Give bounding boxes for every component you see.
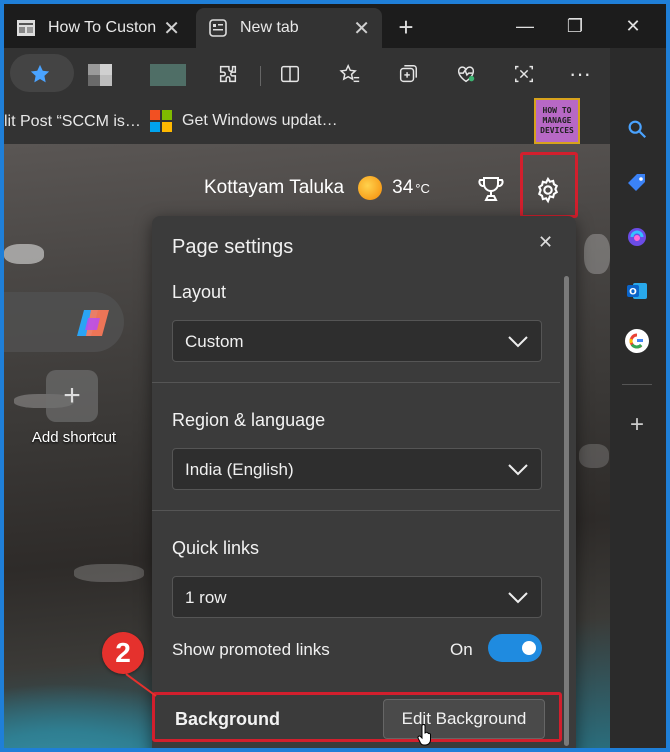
favorites-bar: lit Post “SCCM is… Get Windows updat… xyxy=(4,100,614,144)
weather-widget[interactable]: Kottayam Taluka 34 °C xyxy=(204,176,430,200)
tab-new-tab[interactable]: New tab ✕ xyxy=(196,8,382,48)
quick-links-dropdown[interactable]: 1 row xyxy=(172,576,542,618)
site-favicon-icon xyxy=(16,18,36,38)
favorite-star-icon[interactable] xyxy=(26,60,54,88)
promoted-links-toggle[interactable] xyxy=(488,634,542,662)
quick-links-label: Quick links xyxy=(172,538,260,558)
new-tab-button[interactable]: + xyxy=(390,12,422,44)
more-options-icon[interactable]: ··· xyxy=(566,60,594,88)
rewards-trophy-icon[interactable] xyxy=(476,174,506,204)
tab-title: How To Custon xyxy=(48,19,157,36)
copilot-shortcut[interactable] xyxy=(4,292,124,352)
favorites-icon[interactable] xyxy=(336,60,364,88)
panel-title: Page settings xyxy=(172,236,294,258)
step-marker-2: 2 xyxy=(102,632,144,674)
background-section: Background Edit Background xyxy=(152,692,562,742)
extension-thumbnail[interactable] xyxy=(150,64,186,86)
restore-button[interactable]: ❐ xyxy=(550,4,600,48)
tab-title: New tab xyxy=(240,19,299,36)
copilot-logo-icon xyxy=(74,304,114,340)
tab-strip: How To Custon ✕ New tab ✕ + — ❐ ✕ xyxy=(4,4,666,48)
new-tab-page-icon xyxy=(208,18,228,38)
weather-location: Kottayam Taluka xyxy=(204,177,345,198)
marker-pointer xyxy=(125,673,157,697)
background-label: Background xyxy=(175,709,281,729)
quick-links-value: 1 row xyxy=(185,588,227,607)
svg-text:O: O xyxy=(629,288,637,298)
outlook-icon[interactable]: O xyxy=(622,276,652,306)
google-icon[interactable] xyxy=(622,326,652,356)
favorite-label: Get Windows updat… xyxy=(182,112,338,129)
region-label: Region & language xyxy=(172,410,326,430)
chevron-down-icon xyxy=(508,464,528,476)
shopping-tag-icon[interactable] xyxy=(622,168,652,198)
collections-icon[interactable] xyxy=(394,60,422,88)
chevron-down-icon xyxy=(508,592,528,604)
region-value: India (English) xyxy=(185,460,294,479)
add-sidebar-app-icon[interactable]: + xyxy=(622,410,652,440)
browser-window: How To Custon ✕ New tab ✕ + — ❐ ✕ ··· li… xyxy=(4,4,666,748)
search-icon[interactable] xyxy=(622,114,652,144)
favorite-link[interactable]: lit Post “SCCM is… xyxy=(4,113,141,131)
promoted-links-state: On xyxy=(450,640,473,659)
promoted-links-label: Show promoted links xyxy=(172,640,330,659)
weather-unit: °C xyxy=(415,180,430,196)
browser-essentials-icon[interactable] xyxy=(452,60,480,88)
new-tab-page: Kottayam Taluka 34 °C + Add shortcut Pag… xyxy=(4,144,610,748)
tab-how-to[interactable]: How To Custon ✕ xyxy=(4,8,192,48)
layout-dropdown[interactable]: Custom xyxy=(172,320,542,362)
hand-cursor-icon xyxy=(417,724,431,746)
favorite-link[interactable]: Get Windows updat… xyxy=(150,110,338,132)
copilot-sidebar-icon[interactable] xyxy=(622,222,652,252)
tab-close-icon[interactable]: ✕ xyxy=(163,16,180,41)
layout-value: Custom xyxy=(185,332,244,351)
add-shortcut-button[interactable]: + xyxy=(46,370,98,422)
weather-temperature: 34 xyxy=(392,177,414,198)
microsoft-logo-icon xyxy=(150,110,172,132)
panel-scrollbar[interactable] xyxy=(564,276,569,746)
minimize-button[interactable]: — xyxy=(500,4,550,48)
window-close-button[interactable]: ✕ xyxy=(608,4,658,48)
web-capture-icon[interactable] xyxy=(510,60,538,88)
page-settings-panel: Page settings ✕ Layout Custom Region & l… xyxy=(152,216,576,748)
edit-background-button[interactable]: Edit Background xyxy=(383,699,545,739)
chevron-down-icon xyxy=(508,336,528,348)
add-shortcut-label: Add shortcut xyxy=(31,429,117,446)
edge-sidebar: O + xyxy=(610,48,666,748)
layout-label: Layout xyxy=(172,282,227,302)
gear-icon[interactable] xyxy=(534,176,562,204)
extensions-icon[interactable] xyxy=(214,60,242,88)
region-dropdown[interactable]: India (English) xyxy=(172,448,542,490)
panel-close-icon[interactable]: ✕ xyxy=(538,232,553,253)
tab-close-icon[interactable]: ✕ xyxy=(353,16,370,41)
how-to-manage-devices-logo: HOW TO MANAGE DEVICES xyxy=(534,98,580,144)
extension-thumbnail[interactable] xyxy=(88,64,122,86)
split-screen-icon[interactable] xyxy=(276,60,304,88)
toolbar: ··· xyxy=(4,48,666,100)
sunny-icon xyxy=(358,176,383,200)
